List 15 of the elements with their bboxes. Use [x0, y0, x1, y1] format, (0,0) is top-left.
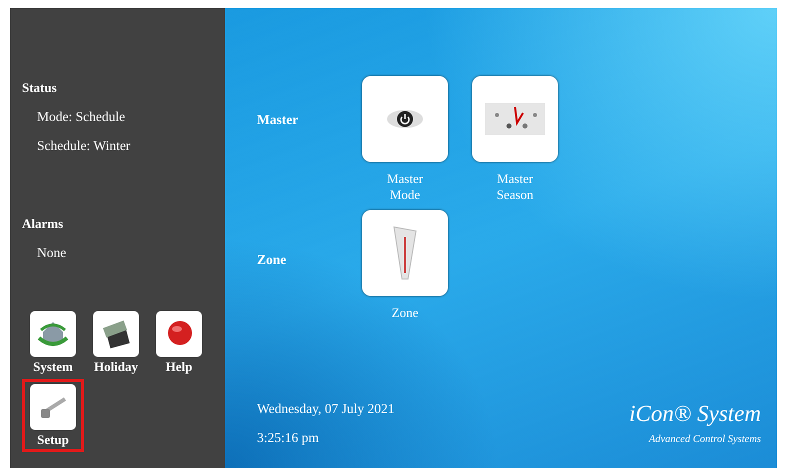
- date-text: Wednesday, 07 July 2021: [257, 401, 395, 417]
- holiday-button[interactable]: Holiday: [85, 306, 147, 379]
- brand-tagline: Advanced Control Systems: [648, 434, 761, 445]
- group-label: Zone: [257, 252, 288, 268]
- setup-button[interactable]: Setup: [22, 379, 84, 452]
- section-title: Alarms: [22, 216, 64, 232]
- brand-name: iCon® System: [629, 401, 761, 427]
- group-label: Master: [257, 112, 300, 128]
- status-text: None: [36, 245, 68, 261]
- system-button[interactable]: System: [22, 306, 84, 379]
- section-title: Status: [22, 80, 58, 96]
- help-button[interactable]: Help: [148, 306, 210, 379]
- status-text: Schedule: Winter: [36, 138, 132, 154]
- status-text: Mode: Schedule: [36, 109, 126, 125]
- time-text: 3:25:16 pm: [257, 430, 320, 446]
